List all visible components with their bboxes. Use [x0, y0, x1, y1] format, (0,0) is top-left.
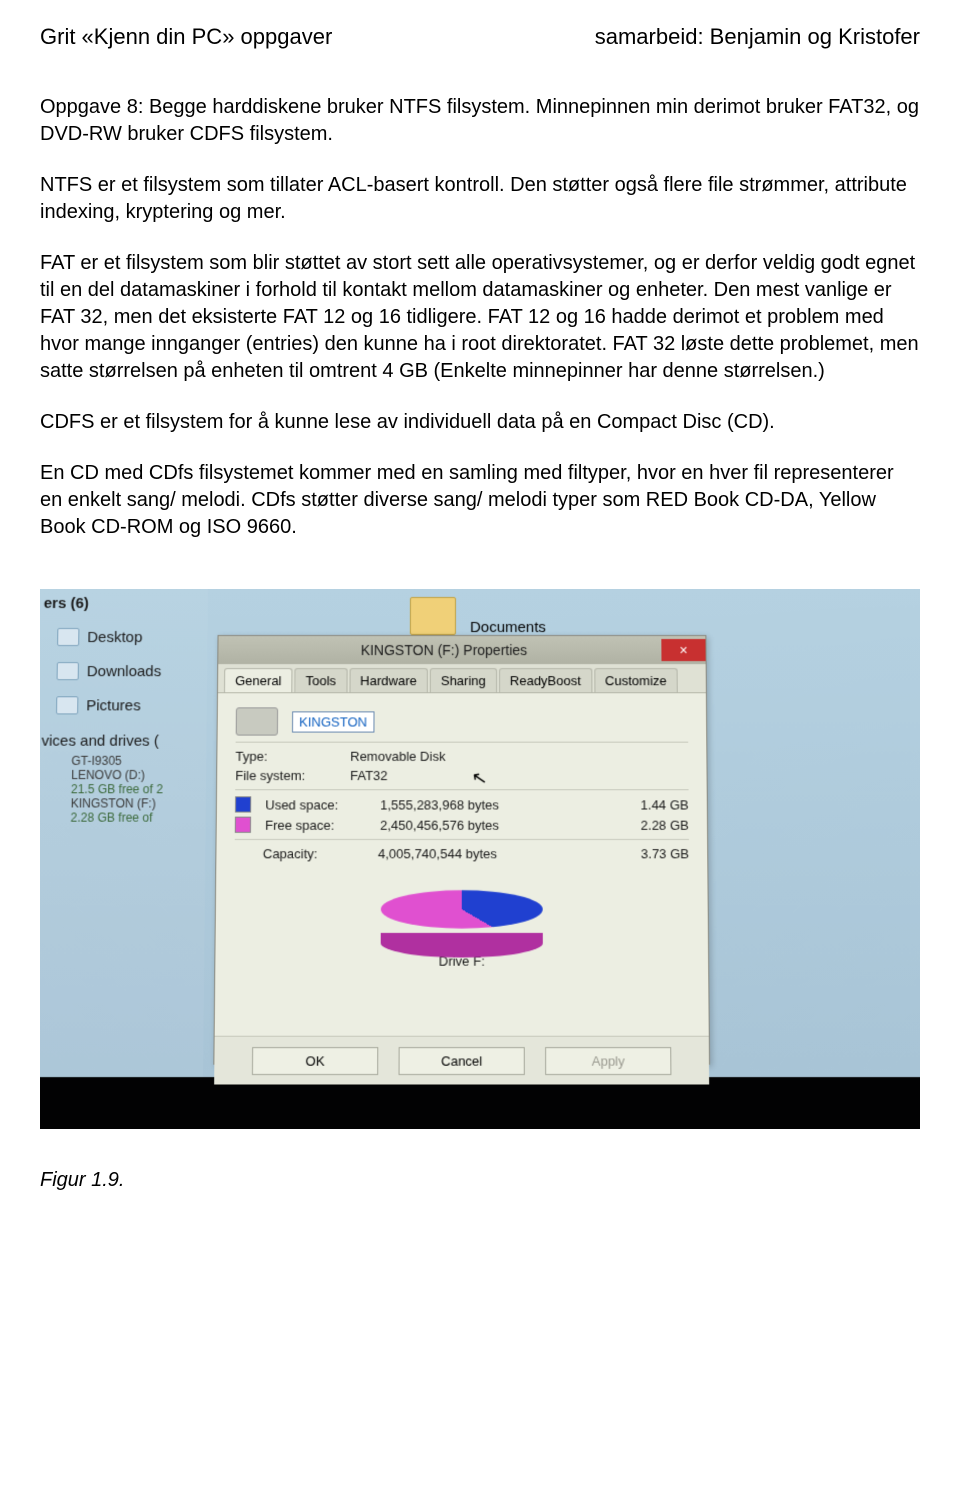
used-swatch-icon	[235, 796, 251, 812]
separator	[235, 839, 689, 840]
tab-strip: General Tools Hardware Sharing ReadyBoos…	[218, 664, 706, 693]
pie-chart	[381, 870, 543, 950]
type-value: Removable Disk	[350, 749, 445, 764]
used-gb: 1.44 GB	[618, 797, 689, 812]
tab-readyboost[interactable]: ReadyBoost	[499, 668, 592, 692]
nav-kingston-free: 2.28 GB free of	[40, 811, 206, 825]
tab-body-general: KINGSTON Type: Removable Disk File syste…	[215, 693, 709, 1035]
free-gb: 2.28 GB	[618, 817, 689, 832]
page-header: Grit «Kjenn din PC» oppgaver samarbeid: …	[40, 24, 920, 50]
pictures-icon	[56, 696, 78, 714]
capacity-bytes: 4,005,740,544 bytes	[378, 846, 604, 861]
free-bytes: 2,450,456,576 bytes	[380, 817, 604, 832]
tab-hardware[interactable]: Hardware	[349, 668, 428, 692]
folders-header: ers (6)	[40, 589, 208, 620]
dialog-title-text: KINGSTON (F:) Properties	[226, 642, 661, 658]
close-icon: ×	[679, 642, 687, 658]
paragraph-2: NTFS er et filsystem som tillater ACL-ba…	[40, 172, 920, 226]
close-button[interactable]: ×	[661, 639, 705, 661]
used-label: Used space:	[265, 797, 366, 812]
paragraph-1: Oppgave 8: Begge harddiskene bruker NTFS…	[40, 94, 920, 148]
paragraph-3: FAT er et filsystem som blir støttet av …	[40, 250, 920, 385]
ok-button[interactable]: OK	[252, 1047, 378, 1075]
nav-label: Pictures	[86, 697, 141, 714]
desktop-icon	[57, 628, 79, 646]
nav-item-gt[interactable]: GT-I9305	[40, 754, 206, 768]
nav-label: Desktop	[87, 629, 142, 646]
properties-dialog: KINGSTON (F:) Properties × General Tools…	[213, 635, 710, 1065]
separator	[235, 789, 688, 790]
apply-button[interactable]: Apply	[545, 1047, 671, 1075]
paragraph-5: En CD med CDfs filsystemet kommer med en…	[40, 460, 920, 541]
nav-item-kingston[interactable]: KINGSTON (F:)	[40, 796, 206, 810]
free-label: Free space:	[265, 817, 366, 832]
free-swatch-icon	[235, 817, 251, 833]
capacity-gb: 3.73 GB	[618, 846, 689, 861]
nav-lenovo-free: 21.5 GB free of 2	[40, 782, 206, 796]
nav-item-desktop[interactable]: Desktop	[40, 620, 208, 654]
filesystem-value: FAT32	[350, 768, 388, 783]
tab-general[interactable]: General	[224, 668, 293, 692]
type-label: Type:	[235, 749, 336, 764]
used-bytes: 1,555,283,968 bytes	[380, 797, 604, 812]
nav-label: Downloads	[87, 663, 162, 680]
capacity-label: Capacity:	[263, 846, 364, 861]
tab-sharing[interactable]: Sharing	[430, 668, 497, 692]
tab-tools[interactable]: Tools	[295, 668, 348, 692]
tab-customize[interactable]: Customize	[594, 668, 678, 692]
folder-icon[interactable]	[410, 597, 456, 635]
volume-name-input[interactable]: KINGSTON	[292, 711, 374, 732]
header-right: samarbeid: Benjamin og Kristofer	[595, 24, 920, 50]
documents-label[interactable]: Documents	[470, 619, 546, 636]
paragraph-4: CDFS er et filsystem for å kunne lese av…	[40, 409, 920, 436]
nav-item-lenovo[interactable]: LENOVO (D:)	[40, 768, 206, 782]
figure-caption: Figur 1.9.	[40, 1169, 920, 1192]
separator	[236, 742, 689, 743]
dialog-titlebar[interactable]: KINGSTON (F:) Properties ×	[218, 636, 705, 664]
devices-header: vices and drives (	[40, 722, 207, 753]
downloads-icon	[57, 662, 79, 680]
filesystem-label: File system:	[235, 768, 336, 783]
screenshot-photo: Documents ers (6) Desktop Downloads Pict…	[40, 589, 920, 1129]
header-left: Grit «Kjenn din PC» oppgaver	[40, 24, 332, 50]
drive-icon	[236, 707, 278, 735]
nav-item-downloads[interactable]: Downloads	[40, 654, 207, 688]
explorer-window: Documents ers (6) Desktop Downloads Pict…	[40, 589, 920, 1077]
dialog-button-row: OK Cancel Apply	[214, 1036, 709, 1085]
explorer-nav-pane: ers (6) Desktop Downloads Pictures vices…	[40, 589, 208, 1077]
cancel-button[interactable]: Cancel	[399, 1047, 525, 1075]
nav-item-pictures[interactable]: Pictures	[40, 688, 207, 722]
